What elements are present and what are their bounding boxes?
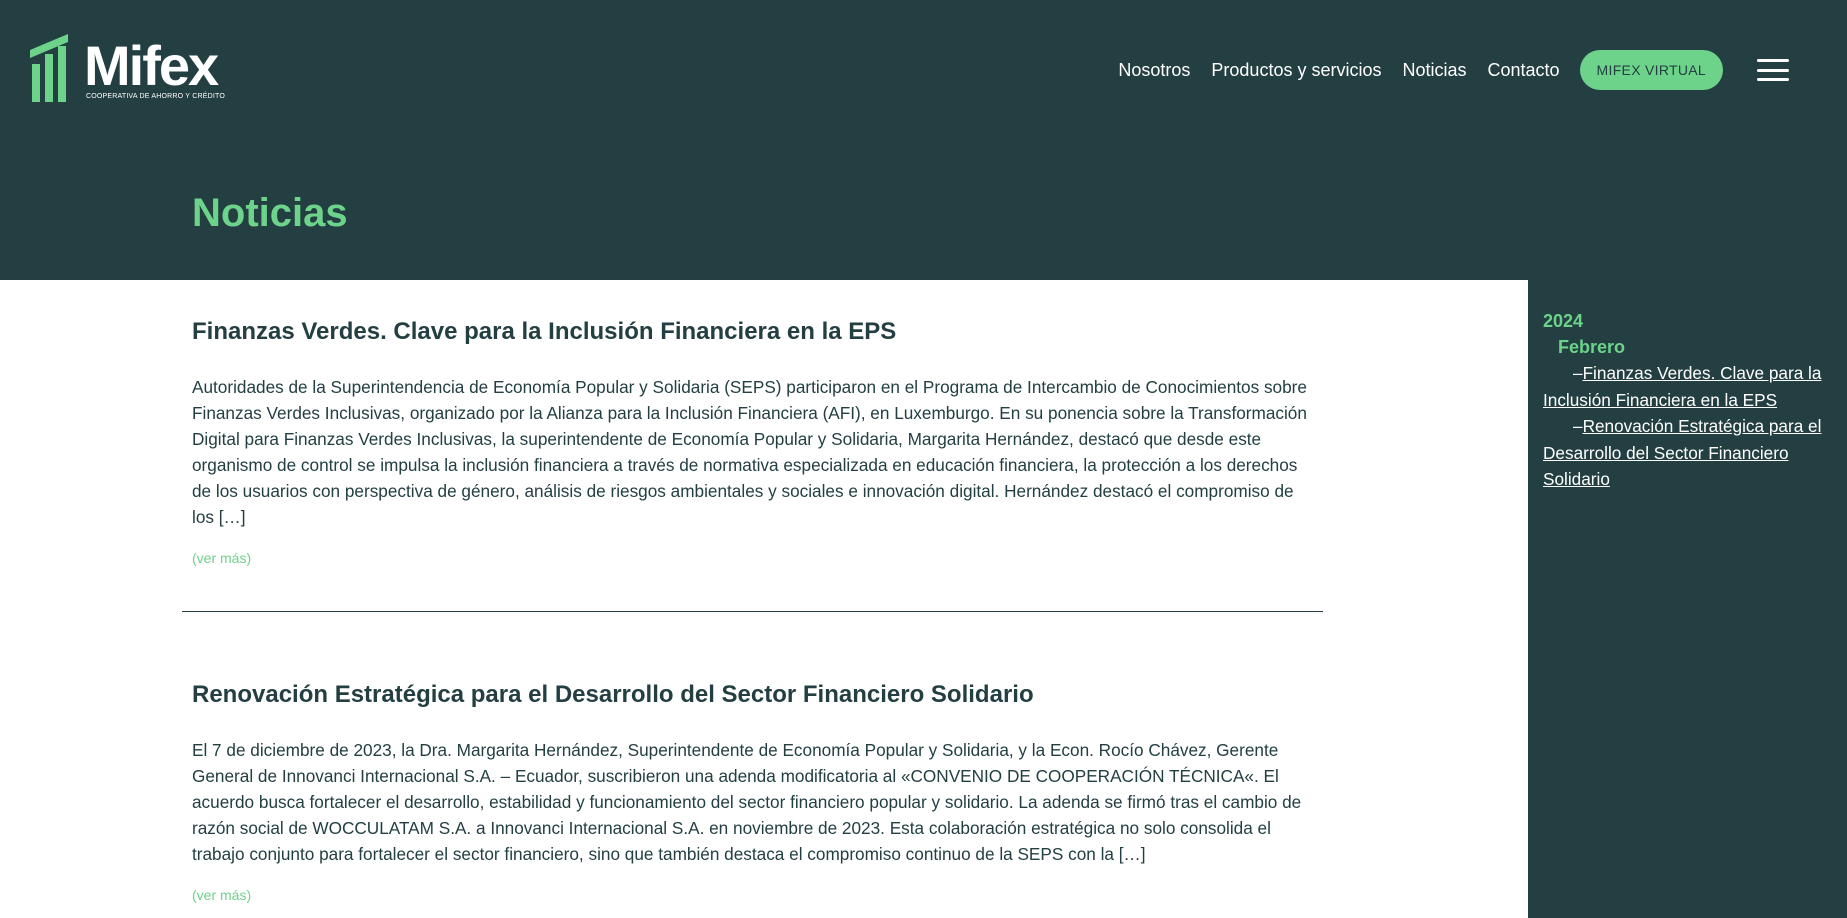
nav-link-nosotros[interactable]: Nosotros bbox=[1118, 60, 1190, 81]
logo[interactable]: Mifex COOPERATIVA DE AHORRO Y CRÉDITO bbox=[30, 34, 235, 106]
news-list: Finanzas Verdes. Clave para la Inclusión… bbox=[0, 280, 1528, 918]
bar-chart-logo-icon bbox=[30, 34, 68, 102]
page-title: Noticias bbox=[192, 191, 348, 235]
archive-list-item: –Finanzas Verdes. Clave para la Inclusió… bbox=[1543, 360, 1843, 413]
read-more-link[interactable]: (ver más) bbox=[192, 887, 251, 903]
read-more-link[interactable]: (ver más) bbox=[192, 550, 251, 566]
site-header: Mifex COOPERATIVA DE AHORRO Y CRÉDITO No… bbox=[0, 0, 1847, 280]
mifex-virtual-button[interactable]: MIFEX VIRTUAL bbox=[1579, 50, 1723, 90]
archive-year[interactable]: 2024 bbox=[1543, 308, 1583, 334]
nav-link-noticias[interactable]: Noticias bbox=[1402, 60, 1466, 81]
post-divider bbox=[182, 611, 1323, 612]
list-dash: – bbox=[1573, 363, 1583, 383]
main-navigation: Nosotros Productos y servicios Noticias … bbox=[1118, 49, 1789, 91]
nav-link-productos-y-servicios[interactable]: Productos y servicios bbox=[1211, 60, 1381, 81]
logo-wordmark: Mifex bbox=[84, 34, 219, 97]
post-title[interactable]: Finanzas Verdes. Clave para la Inclusión… bbox=[192, 317, 1312, 347]
list-dash: – bbox=[1573, 416, 1583, 436]
news-post: Renovación Estratégica para el Desarroll… bbox=[192, 680, 1312, 905]
archive-sidebar: 2024 Febrero –Finanzas Verdes. Clave par… bbox=[1528, 280, 1847, 918]
archive-list-item: –Renovación Estratégica para el Desarrol… bbox=[1543, 413, 1843, 493]
nav-link-contacto[interactable]: Contacto bbox=[1488, 60, 1560, 81]
post-title[interactable]: Renovación Estratégica para el Desarroll… bbox=[192, 680, 1312, 710]
hamburger-menu-icon[interactable] bbox=[1757, 59, 1789, 81]
archive-post-link[interactable]: Renovación Estratégica para el Desarroll… bbox=[1543, 416, 1821, 489]
archive-post-list: –Finanzas Verdes. Clave para la Inclusió… bbox=[1543, 360, 1843, 493]
post-excerpt: El 7 de diciembre de 2023, la Dra. Marga… bbox=[192, 740, 1302, 864]
post-excerpt: Autoridades de la Superintendencia de Ec… bbox=[192, 377, 1307, 527]
hamburger-line bbox=[1757, 78, 1789, 81]
logo-tagline: COOPERATIVA DE AHORRO Y CRÉDITO bbox=[86, 93, 225, 100]
archive-month[interactable]: Febrero bbox=[1558, 334, 1625, 360]
hamburger-line bbox=[1757, 68, 1789, 72]
hamburger-line bbox=[1757, 59, 1789, 62]
archive-post-link[interactable]: Finanzas Verdes. Clave para la Inclusión… bbox=[1543, 363, 1821, 410]
news-post: Finanzas Verdes. Clave para la Inclusión… bbox=[192, 317, 1312, 568]
